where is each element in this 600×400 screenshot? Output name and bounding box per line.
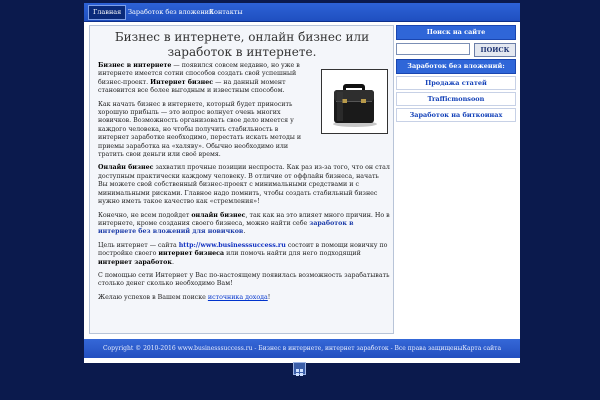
- article-text: Бизнес в интернете — появился совсем нед…: [98, 62, 390, 307]
- top-navigation: Главная Заработок без вложений Контакты: [84, 3, 520, 22]
- nav-earnings-no-investment[interactable]: Заработок без вложений: [124, 6, 217, 19]
- footer: Copyright © 2010-2016 www.businesssucces…: [84, 339, 520, 358]
- sidebar-links-heading: Заработок без вложений:: [396, 59, 516, 74]
- page-wrapper: Главная Заработок без вложений Контакты …: [84, 3, 520, 363]
- sidebar-link-article-sales[interactable]: Продажа статей: [396, 76, 516, 90]
- sidebar: Поиск на сайте ПОИСК Заработок без вложе…: [396, 25, 516, 122]
- search-button[interactable]: ПОИСК: [474, 43, 516, 57]
- income-source-link[interactable]: источника дохода: [208, 294, 268, 301]
- footer-copyright: Copyright © 2010-2016 www.businesssucces…: [102, 345, 502, 352]
- sidebar-link-trafficmonsoon[interactable]: Trafficmonsoon: [396, 92, 516, 106]
- page-title: Бизнес в интернете, онлайн бизнес или за…: [114, 30, 370, 59]
- site-link[interactable]: http://www.businesssuccess.ru: [179, 242, 286, 249]
- nav-home[interactable]: Главная: [88, 5, 127, 20]
- article-paragraph: Онлайн бизнес захватил прочные позиции н…: [98, 164, 390, 206]
- nav-contacts[interactable]: Контакты: [205, 6, 247, 19]
- article-paragraph: Желаю успехов в Вашем поиске источника д…: [98, 293, 271, 301]
- article-paragraph: Бизнес в интернете — появился совсем нед…: [98, 62, 300, 95]
- search-form: ПОИСК: [396, 43, 516, 57]
- search-input[interactable]: [396, 43, 470, 55]
- article-paragraph: Как начать бизнес в интернете, который б…: [98, 100, 302, 159]
- search-heading: Поиск на сайте: [396, 25, 516, 40]
- article-paragraph: Цель интернет — сайта http://www.busines…: [98, 241, 388, 266]
- content-area: Бизнес в интернете, онлайн бизнес или за…: [89, 25, 394, 334]
- article-paragraph: Конечно, не всем подойдет онлайн бизнес,…: [98, 211, 390, 236]
- grid-icon[interactable]: [293, 362, 306, 376]
- article-paragraph: С помощью сети Интернет у Вас по-настоящ…: [98, 271, 390, 288]
- sidebar-link-bitcoin-earnings[interactable]: Заработок на биткоинах: [396, 108, 516, 122]
